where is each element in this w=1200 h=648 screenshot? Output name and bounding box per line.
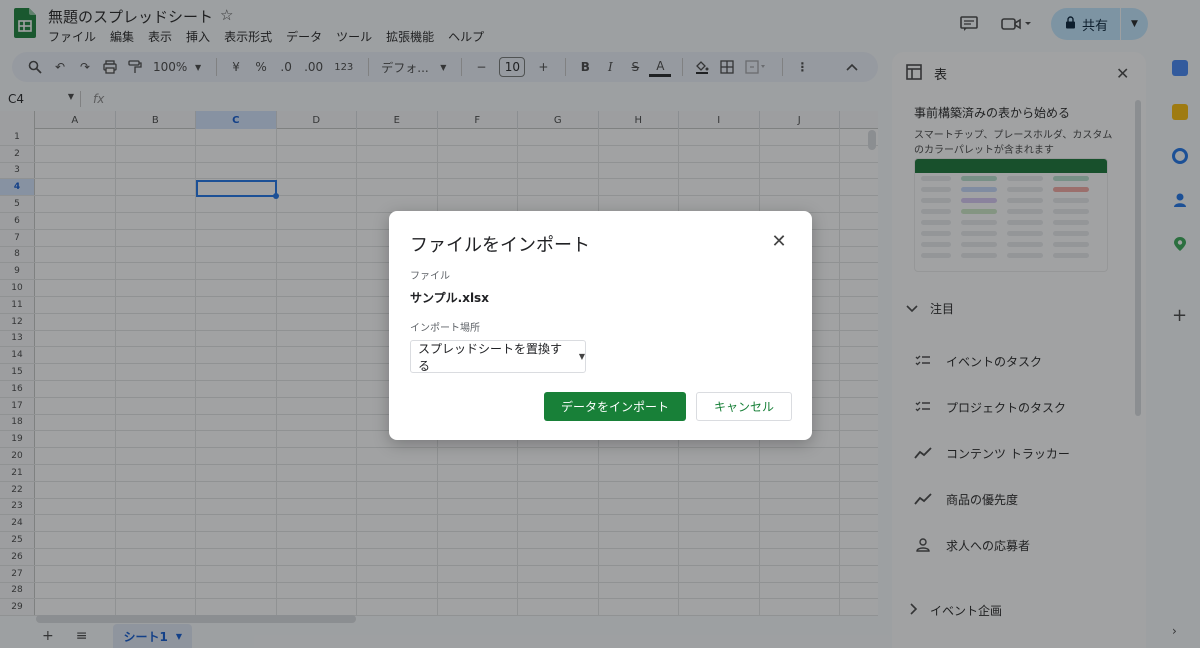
import-location-select[interactable]: スプレッドシートを置換する ▼ (410, 340, 586, 373)
cancel-button[interactable]: キャンセル (696, 392, 792, 421)
import-file-dialog: ファイルをインポート ✕ ファイル サンプル.xlsx インポート場所 スプレッ… (389, 211, 812, 440)
chevron-down-icon: ▼ (578, 352, 585, 361)
import-location-value: スプレッドシートを置換する (418, 341, 563, 373)
file-name: サンプル.xlsx (410, 291, 489, 305)
dialog-title: ファイルをインポート (410, 235, 590, 256)
import-data-button[interactable]: データをインポート (544, 392, 686, 421)
close-icon[interactable]: ✕ (769, 231, 789, 252)
import-location-label: インポート場所 (410, 323, 480, 334)
file-label: ファイル (410, 271, 450, 282)
